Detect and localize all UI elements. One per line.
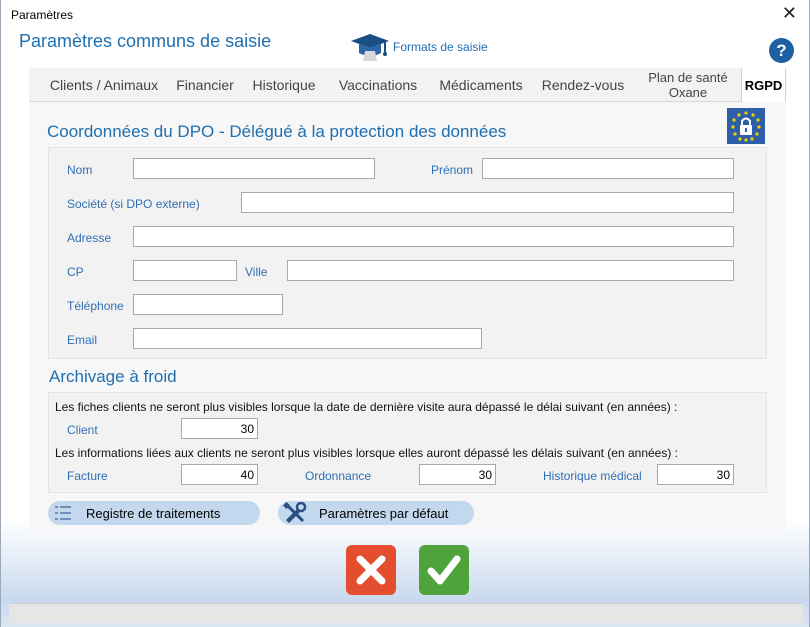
ordonnance-label: Ordonnance <box>305 469 372 483</box>
tab-vaccinations[interactable]: Vaccinations <box>331 68 425 102</box>
tab-clients-animaux[interactable]: Clients / Animaux <box>37 68 171 102</box>
confirm-button[interactable] <box>419 545 469 595</box>
clients-description: Les fiches clients ne seront plus visibl… <box>55 400 678 414</box>
tab-medicaments[interactable]: Médicaments <box>433 68 529 102</box>
help-button[interactable]: ? <box>769 38 794 63</box>
historique-medical-delay-field[interactable] <box>657 464 734 485</box>
tools-icon <box>282 502 307 523</box>
email-label: Email <box>67 333 98 347</box>
client-label: Client <box>67 423 98 437</box>
parametres-par-defaut-button[interactable]: Paramètres par défaut <box>278 501 474 525</box>
registre-label: Registre de traitements <box>86 505 221 521</box>
ville-field[interactable] <box>287 260 734 281</box>
nom-label: Nom <box>67 163 93 177</box>
cp-field[interactable] <box>133 260 237 281</box>
tab-rgpd[interactable]: RGPD <box>741 68 786 102</box>
client-delay-field[interactable] <box>181 418 258 439</box>
adresse-field[interactable] <box>133 226 734 247</box>
checkmark-icon <box>427 555 461 585</box>
window-title: Paramètres <box>11 8 74 22</box>
dpo-section-title: Coordonnées du DPO - Délégué à la protec… <box>47 122 507 141</box>
ordonnance-delay-field[interactable] <box>419 464 496 485</box>
tab-bar: Clients / Animaux Financier Historique V… <box>29 68 786 102</box>
tab-rendez-vous[interactable]: Rendez-vous <box>537 68 629 102</box>
facture-delay-field[interactable] <box>181 464 258 485</box>
historique-medical-label: Historique médical <box>543 469 642 483</box>
prenom-label: Prénom <box>431 163 474 177</box>
registre-traitements-button[interactable]: Registre de traitements <box>48 501 260 525</box>
graduation-cap-icon <box>351 34 389 61</box>
societe-label: Société (si DPO externe) <box>67 197 200 211</box>
facture-label: Facture <box>67 469 108 483</box>
dpo-box: Nom Prénom Société (si DPO externe) Adre… <box>48 147 767 359</box>
tab-financier[interactable]: Financier <box>171 68 239 102</box>
nom-field[interactable] <box>133 158 375 179</box>
societe-field[interactable] <box>241 192 734 213</box>
status-bar <box>9 603 803 623</box>
archivage-section-title: Archivage à froid <box>49 367 177 386</box>
title-bar: Paramètres ✕ <box>1 0 810 30</box>
close-icon[interactable]: ✕ <box>782 4 797 22</box>
list-icon <box>55 506 71 520</box>
parametres-window: Paramètres ✕ Paramètres communs de saisi… <box>0 0 810 627</box>
tab-plan-sante-oxane[interactable]: Plan de santé Oxane <box>637 68 739 102</box>
defaut-label: Paramètres par défaut <box>319 505 449 521</box>
telephone-label: Téléphone <box>67 299 124 313</box>
adresse-label: Adresse <box>67 231 112 245</box>
telephone-field[interactable] <box>133 294 283 315</box>
ville-label: Ville <box>245 265 268 279</box>
prenom-field[interactable] <box>482 158 734 179</box>
cp-label: CP <box>67 265 84 279</box>
archivage-box: Les fiches clients ne seront plus visibl… <box>48 392 767 493</box>
page-title: Paramètres communs de saisie <box>19 31 272 51</box>
formats-label: Formats de saisie <box>393 40 488 54</box>
cancel-x-icon <box>356 555 386 585</box>
tab-historique[interactable]: Historique <box>245 68 323 102</box>
infos-description: Les informations liées aux clients ne se… <box>55 446 679 460</box>
formats-de-saisie-link[interactable]: Formats de saisie <box>347 32 488 62</box>
email-field[interactable] <box>133 328 482 349</box>
cancel-button[interactable] <box>346 545 396 595</box>
eu-lock-icon <box>727 108 765 144</box>
